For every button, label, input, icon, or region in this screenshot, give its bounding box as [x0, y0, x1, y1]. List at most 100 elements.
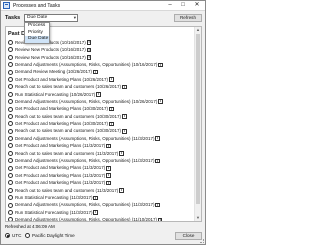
task-radio[interactable] — [8, 113, 13, 119]
info-icon[interactable]: i — [122, 114, 127, 119]
task-list-item[interactable]: Reach out to sales team and customers (1… — [8, 83, 192, 90]
info-icon[interactable]: i — [158, 99, 163, 104]
task-radio[interactable] — [8, 143, 13, 149]
task-radio[interactable] — [8, 91, 13, 97]
task-label: Review New Products (10/16/2017) i — [15, 47, 92, 53]
task-label-text: Review New Products (10/16/2017) — [15, 54, 86, 60]
task-list-item[interactable]: Get Product and Marketing Plans (11/3/20… — [8, 179, 192, 186]
task-label: Reach out to sales team and customers (1… — [15, 151, 124, 157]
info-icon[interactable]: i — [158, 62, 163, 68]
task-radio[interactable] — [8, 84, 13, 90]
task-list-item[interactable]: Get Product and Marketing Plans (11/3/20… — [8, 165, 192, 172]
minimize-icon[interactable]: – — [165, 1, 175, 10]
task-list-item[interactable]: Demand Review Meeting (10/26/2017) i — [8, 69, 192, 76]
task-radio[interactable] — [8, 209, 13, 215]
task-label: Reach out to sales team and customers (1… — [15, 128, 127, 134]
info-icon[interactable]: i — [155, 136, 160, 141]
task-list-item[interactable]: Get Product and Marketing Plans (10/26/2… — [8, 76, 192, 83]
info-icon[interactable]: i — [86, 40, 92, 45]
info-icon[interactable]: i — [106, 166, 111, 171]
task-list-item[interactable]: Demand Adjustments (Assumptions, Risks, … — [8, 216, 192, 221]
resize-grip-icon[interactable] — [200, 239, 204, 243]
task-list-item[interactable]: Demand Adjustments (Assumptions, Risks, … — [8, 61, 192, 68]
task-list-item[interactable]: Reach out to sales team and customers (1… — [8, 187, 192, 194]
info-icon[interactable]: i — [106, 143, 111, 149]
task-radio[interactable] — [8, 106, 13, 112]
task-radio[interactable] — [8, 136, 13, 142]
maximize-icon[interactable]: □ — [178, 1, 188, 10]
task-label-text: Reach out to sales team and customers (1… — [15, 187, 119, 193]
task-radio[interactable] — [8, 195, 13, 201]
task-list-item[interactable]: Run Statistical Forecasting (11/3/2017) i — [8, 194, 192, 201]
task-radio[interactable] — [8, 158, 13, 164]
info-icon[interactable]: i — [155, 202, 160, 208]
utc-radio[interactable] — [5, 233, 10, 238]
refresh-button[interactable]: Refresh — [174, 14, 202, 22]
info-icon[interactable]: i — [96, 92, 101, 97]
close-button[interactable]: Close — [175, 232, 202, 240]
vertical-scrollbar[interactable]: ▲ ▼ — [194, 27, 201, 221]
task-radio[interactable] — [8, 202, 13, 208]
info-icon[interactable]: i — [93, 195, 98, 201]
info-icon[interactable]: i — [122, 84, 127, 90]
task-list-item[interactable]: Get Product and Marketing Plans (11/3/20… — [8, 142, 192, 149]
scroll-up-icon[interactable]: ▲ — [195, 27, 201, 33]
info-icon[interactable]: i — [109, 121, 114, 127]
task-label: Run Statistical Forecasting (10/26/2017)… — [15, 92, 101, 98]
info-icon[interactable]: i — [109, 77, 114, 82]
info-icon[interactable]: i — [157, 217, 163, 221]
task-radio[interactable] — [8, 76, 13, 82]
info-icon[interactable]: i — [119, 151, 124, 156]
task-radio[interactable] — [8, 165, 13, 171]
dropdown-option[interactable]: Due Date — [25, 36, 49, 44]
task-radio[interactable] — [8, 187, 13, 193]
task-radio[interactable] — [8, 217, 13, 221]
task-radio[interactable] — [8, 69, 13, 75]
task-list-item[interactable]: Get Product and Marketing Plans (11/3/20… — [8, 172, 192, 179]
close-icon[interactable]: ✕ — [192, 1, 202, 10]
task-list-item[interactable]: Get Product and Marketing Plans (10/30/2… — [8, 120, 192, 127]
info-icon[interactable]: i — [93, 210, 98, 215]
task-radio[interactable] — [8, 128, 13, 134]
title-bar: Processes and Tasks – □ ✕ — [1, 1, 205, 11]
info-icon[interactable]: i — [93, 69, 98, 75]
task-list-item[interactable]: Review New Products (10/16/2017) i — [8, 46, 192, 53]
info-icon[interactable]: i — [86, 55, 92, 60]
info-icon[interactable]: i — [109, 106, 114, 112]
task-radio[interactable] — [8, 173, 13, 179]
task-list-item[interactable]: Demand Adjustments (Assumptions, Risks, … — [8, 98, 192, 105]
info-icon[interactable]: i — [106, 173, 111, 178]
task-radio[interactable] — [8, 180, 13, 186]
info-icon[interactable]: i — [155, 158, 160, 164]
task-radio[interactable] — [8, 47, 13, 53]
task-radio[interactable] — [8, 99, 13, 105]
task-label-text: Get Product and Marketing Plans (10/26/2… — [15, 76, 109, 82]
task-list-item[interactable]: Run Statistical Forecasting (10/26/2017)… — [8, 91, 192, 98]
scroll-down-icon[interactable]: ▼ — [195, 215, 201, 221]
task-list-item[interactable]: Reach out to sales team and customers (1… — [8, 128, 192, 135]
task-list-item[interactable]: Demand Adjustments (Assumptions, Risks, … — [8, 135, 192, 142]
scroll-thumb[interactable] — [196, 34, 200, 204]
dropdown-option[interactable]: Process — [25, 23, 49, 30]
task-list-item[interactable]: Run Statistical Forecasting (11/3/2017) i — [8, 209, 192, 216]
task-list-item[interactable]: Review New Products (10/16/2017) i — [8, 54, 192, 61]
tasks-sort-select[interactable]: Due Date ▾ — [24, 14, 78, 22]
task-list-item[interactable]: Get Product and Marketing Plans (10/30/2… — [8, 106, 192, 113]
task-list-panel: Past D Review New Products (10/16/2017) i… — [5, 26, 202, 222]
info-icon[interactable]: i — [86, 47, 92, 53]
task-radio[interactable] — [8, 121, 13, 127]
info-icon[interactable]: i — [122, 129, 127, 134]
info-icon[interactable]: i — [119, 188, 124, 193]
task-radio[interactable] — [8, 40, 13, 45]
task-list-item[interactable]: Demand Adjustments (Assumptions, Risks, … — [8, 202, 192, 209]
task-radio[interactable] — [8, 54, 13, 60]
task-radio[interactable] — [8, 62, 13, 68]
task-list-item[interactable]: Reach out to sales team and customers (1… — [8, 113, 192, 120]
task-label: Run Statistical Forecasting (11/3/2017) i — [15, 210, 98, 216]
info-icon[interactable]: i — [106, 180, 111, 186]
task-list-item[interactable]: Demand Adjustments (Assumptions, Risks, … — [8, 157, 192, 164]
task-radio[interactable] — [8, 150, 13, 156]
task-label: Get Product and Marketing Plans (11/3/20… — [15, 165, 111, 171]
task-list-item[interactable]: Reach out to sales team and customers (1… — [8, 150, 192, 157]
pacific-time-radio[interactable] — [25, 233, 30, 238]
